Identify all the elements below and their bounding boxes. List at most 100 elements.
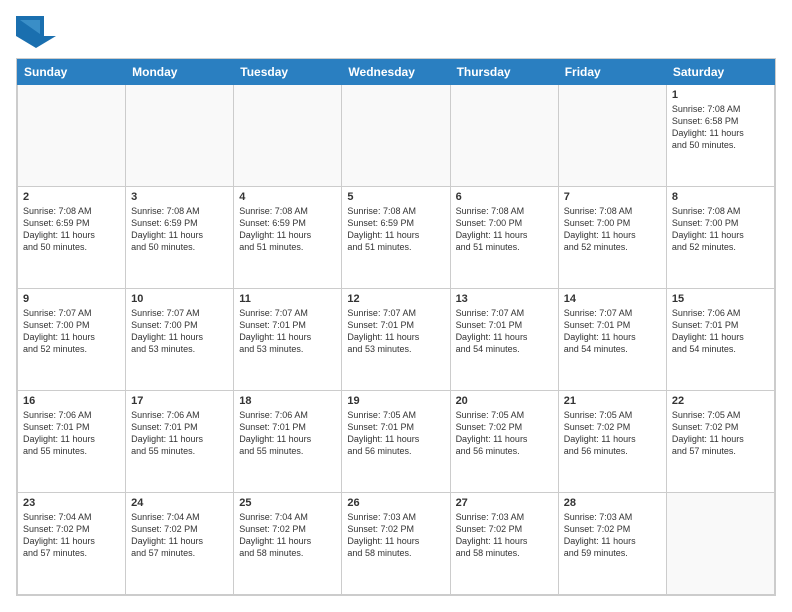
day-number: 8 — [672, 191, 769, 203]
day-cell: 24Sunrise: 7:04 AM Sunset: 7:02 PM Dayli… — [126, 493, 234, 595]
day-cell: 4 Sunrise: 7:08 AM Sunset: 6:59 PM Daylig… — [234, 187, 342, 289]
day-number: 1 — [672, 89, 769, 101]
day-cell: 17 Sunrise: 7:06 AM Sunset: 7:01 PM Dayli… — [126, 391, 234, 493]
day-cell: 11 Sunrise: 7:07 AM Sunset: 7:01 PM Dayli… — [234, 289, 342, 391]
day-info: Sunrise: 7:08 AM Sunset: 6:59 PM Dayligh… — [239, 205, 336, 254]
day-cell — [666, 493, 774, 595]
day-number: 3 — [131, 191, 228, 203]
day-number: 24 — [131, 497, 228, 509]
day-number: 5 — [347, 191, 444, 203]
day-cell: 16 Sunrise: 7:06 AM Sunset: 7:01 PM Dayli… — [18, 391, 126, 493]
day-info: Sunrise: 7:08 AM Sunset: 7:00 PM Dayligh… — [456, 205, 553, 254]
day-number: 15 — [672, 293, 769, 305]
day-info: Sunrise: 7:08 AM Sunset: 6:59 PM Dayligh… — [347, 205, 444, 254]
day-header-saturday: Saturday — [666, 60, 774, 85]
day-number: 13 — [456, 293, 553, 305]
day-info: Sunrise: 7:07 AM Sunset: 7:00 PM Dayligh… — [23, 307, 120, 356]
logo — [16, 16, 56, 48]
day-info: Sunrise: 7:03 AM Sunset: 7:02 PM Dayligh… — [456, 511, 553, 560]
day-info: Sunrise: 7:05 AM Sunset: 7:02 PM Dayligh… — [672, 409, 769, 458]
day-cell — [558, 85, 666, 187]
day-info: Sunrise: 7:04 AM Sunset: 7:02 PM Dayligh… — [23, 511, 120, 560]
day-info: Sunrise: 7:07 AM Sunset: 7:01 PM Dayligh… — [456, 307, 553, 356]
day-number: 12 — [347, 293, 444, 305]
day-number: 2 — [23, 191, 120, 203]
day-number: 18 — [239, 395, 336, 407]
day-cell: 26 Sunrise: 7:03 AM Sunset: 7:02 PM Dayli… — [342, 493, 450, 595]
day-header-friday: Friday — [558, 60, 666, 85]
day-number: 22 — [672, 395, 769, 407]
day-number: 28 — [564, 497, 661, 509]
day-cell — [126, 85, 234, 187]
day-info: Sunrise: 7:08 AM Sunset: 6:58 PM Dayligh… — [672, 103, 769, 152]
week-row-4: 23 Sunrise: 7:04 AM Sunset: 7:02 PM Dayli… — [18, 493, 775, 595]
day-cell: 6 Sunrise: 7:08 AM Sunset: 7:00 PM Daylig… — [450, 187, 558, 289]
day-cell — [18, 85, 126, 187]
day-cell: 20 Sunrise: 7:05 AM Sunset: 7:02 PM Dayli… — [450, 391, 558, 493]
day-cell: 10Sunrise: 7:07 AM Sunset: 7:00 PM Dayli… — [126, 289, 234, 391]
day-info: Sunrise: 7:08 AM Sunset: 6:59 PM Dayligh… — [131, 205, 228, 254]
day-number: 16 — [23, 395, 120, 407]
day-info: Sunrise: 7:06 AM Sunset: 7:01 PM Dayligh… — [23, 409, 120, 458]
day-cell: 27 Sunrise: 7:03 AM Sunset: 7:02 PM Dayli… — [450, 493, 558, 595]
calendar-table: SundayMondayTuesdayWednesdayThursdayFrid… — [17, 59, 775, 595]
day-number: 14 — [564, 293, 661, 305]
day-number: 27 — [456, 497, 553, 509]
day-info: Sunrise: 7:05 AM Sunset: 7:01 PM Dayligh… — [347, 409, 444, 458]
day-cell — [234, 85, 342, 187]
day-info: Sunrise: 7:08 AM Sunset: 7:00 PM Dayligh… — [672, 205, 769, 254]
day-header-sunday: Sunday — [18, 60, 126, 85]
day-cell: 14 Sunrise: 7:07 AM Sunset: 7:01 PM Dayli… — [558, 289, 666, 391]
header — [16, 16, 776, 48]
day-header-monday: Monday — [126, 60, 234, 85]
day-info: Sunrise: 7:07 AM Sunset: 7:01 PM Dayligh… — [347, 307, 444, 356]
day-cell: 5 Sunrise: 7:08 AM Sunset: 6:59 PM Daylig… — [342, 187, 450, 289]
day-number: 9 — [23, 293, 120, 305]
day-cell: 25 Sunrise: 7:04 AM Sunset: 7:02 PM Dayli… — [234, 493, 342, 595]
day-info: Sunrise: 7:06 AM Sunset: 7:01 PM Dayligh… — [131, 409, 228, 458]
day-cell: 18 Sunrise: 7:06 AM Sunset: 7:01 PM Dayli… — [234, 391, 342, 493]
day-cell: 13 Sunrise: 7:07 AM Sunset: 7:01 PM Dayli… — [450, 289, 558, 391]
day-cell: 19 Sunrise: 7:05 AM Sunset: 7:01 PM Dayli… — [342, 391, 450, 493]
day-info: Sunrise: 7:06 AM Sunset: 7:01 PM Dayligh… — [239, 409, 336, 458]
day-cell: 28 Sunrise: 7:03 AM Sunset: 7:02 PM Dayli… — [558, 493, 666, 595]
day-header-thursday: Thursday — [450, 60, 558, 85]
day-number: 23 — [23, 497, 120, 509]
day-info: Sunrise: 7:07 AM Sunset: 7:01 PM Dayligh… — [239, 307, 336, 356]
day-cell — [342, 85, 450, 187]
day-number: 17 — [131, 395, 228, 407]
day-info: Sunrise: 7:07 AM Sunset: 7:01 PM Dayligh… — [564, 307, 661, 356]
day-cell: 1 Sunrise: 7:08 AM Sunset: 6:58 PM Daylig… — [666, 85, 774, 187]
day-number: 4 — [239, 191, 336, 203]
day-info: Sunrise: 7:04 AM Sunset: 7:02 PM Dayligh… — [239, 511, 336, 560]
day-number: 6 — [456, 191, 553, 203]
day-cell: 7 Sunrise: 7:08 AM Sunset: 7:00 PM Daylig… — [558, 187, 666, 289]
logo-icon — [16, 16, 56, 48]
week-row-2: 9 Sunrise: 7:07 AM Sunset: 7:00 PM Daylig… — [18, 289, 775, 391]
day-cell: 12 Sunrise: 7:07 AM Sunset: 7:01 PM Dayli… — [342, 289, 450, 391]
day-info: Sunrise: 7:06 AM Sunset: 7:01 PM Dayligh… — [672, 307, 769, 356]
day-number: 20 — [456, 395, 553, 407]
day-info: Sunrise: 7:03 AM Sunset: 7:02 PM Dayligh… — [564, 511, 661, 560]
day-info: Sunrise: 7:08 AM Sunset: 7:00 PM Dayligh… — [564, 205, 661, 254]
day-number: 21 — [564, 395, 661, 407]
day-cell: 21 Sunrise: 7:05 AM Sunset: 7:02 PM Dayli… — [558, 391, 666, 493]
day-number: 26 — [347, 497, 444, 509]
week-row-0: 1 Sunrise: 7:08 AM Sunset: 6:58 PM Daylig… — [18, 85, 775, 187]
day-number: 19 — [347, 395, 444, 407]
day-info: Sunrise: 7:03 AM Sunset: 7:02 PM Dayligh… — [347, 511, 444, 560]
day-number: 11 — [239, 293, 336, 305]
day-number: 25 — [239, 497, 336, 509]
day-number: 7 — [564, 191, 661, 203]
day-info: Sunrise: 7:05 AM Sunset: 7:02 PM Dayligh… — [456, 409, 553, 458]
day-cell: 8 Sunrise: 7:08 AM Sunset: 7:00 PM Daylig… — [666, 187, 774, 289]
day-info: Sunrise: 7:07 AM Sunset: 7:00 PM Dayligh… — [131, 307, 228, 356]
day-info: Sunrise: 7:05 AM Sunset: 7:02 PM Dayligh… — [564, 409, 661, 458]
day-cell: 22 Sunrise: 7:05 AM Sunset: 7:02 PM Dayli… — [666, 391, 774, 493]
day-cell: 9 Sunrise: 7:07 AM Sunset: 7:00 PM Daylig… — [18, 289, 126, 391]
week-row-1: 2 Sunrise: 7:08 AM Sunset: 6:59 PM Daylig… — [18, 187, 775, 289]
day-cell — [450, 85, 558, 187]
day-cell: 15 Sunrise: 7:06 AM Sunset: 7:01 PM Dayli… — [666, 289, 774, 391]
day-cell: 23 Sunrise: 7:04 AM Sunset: 7:02 PM Dayli… — [18, 493, 126, 595]
week-row-3: 16 Sunrise: 7:06 AM Sunset: 7:01 PM Dayli… — [18, 391, 775, 493]
